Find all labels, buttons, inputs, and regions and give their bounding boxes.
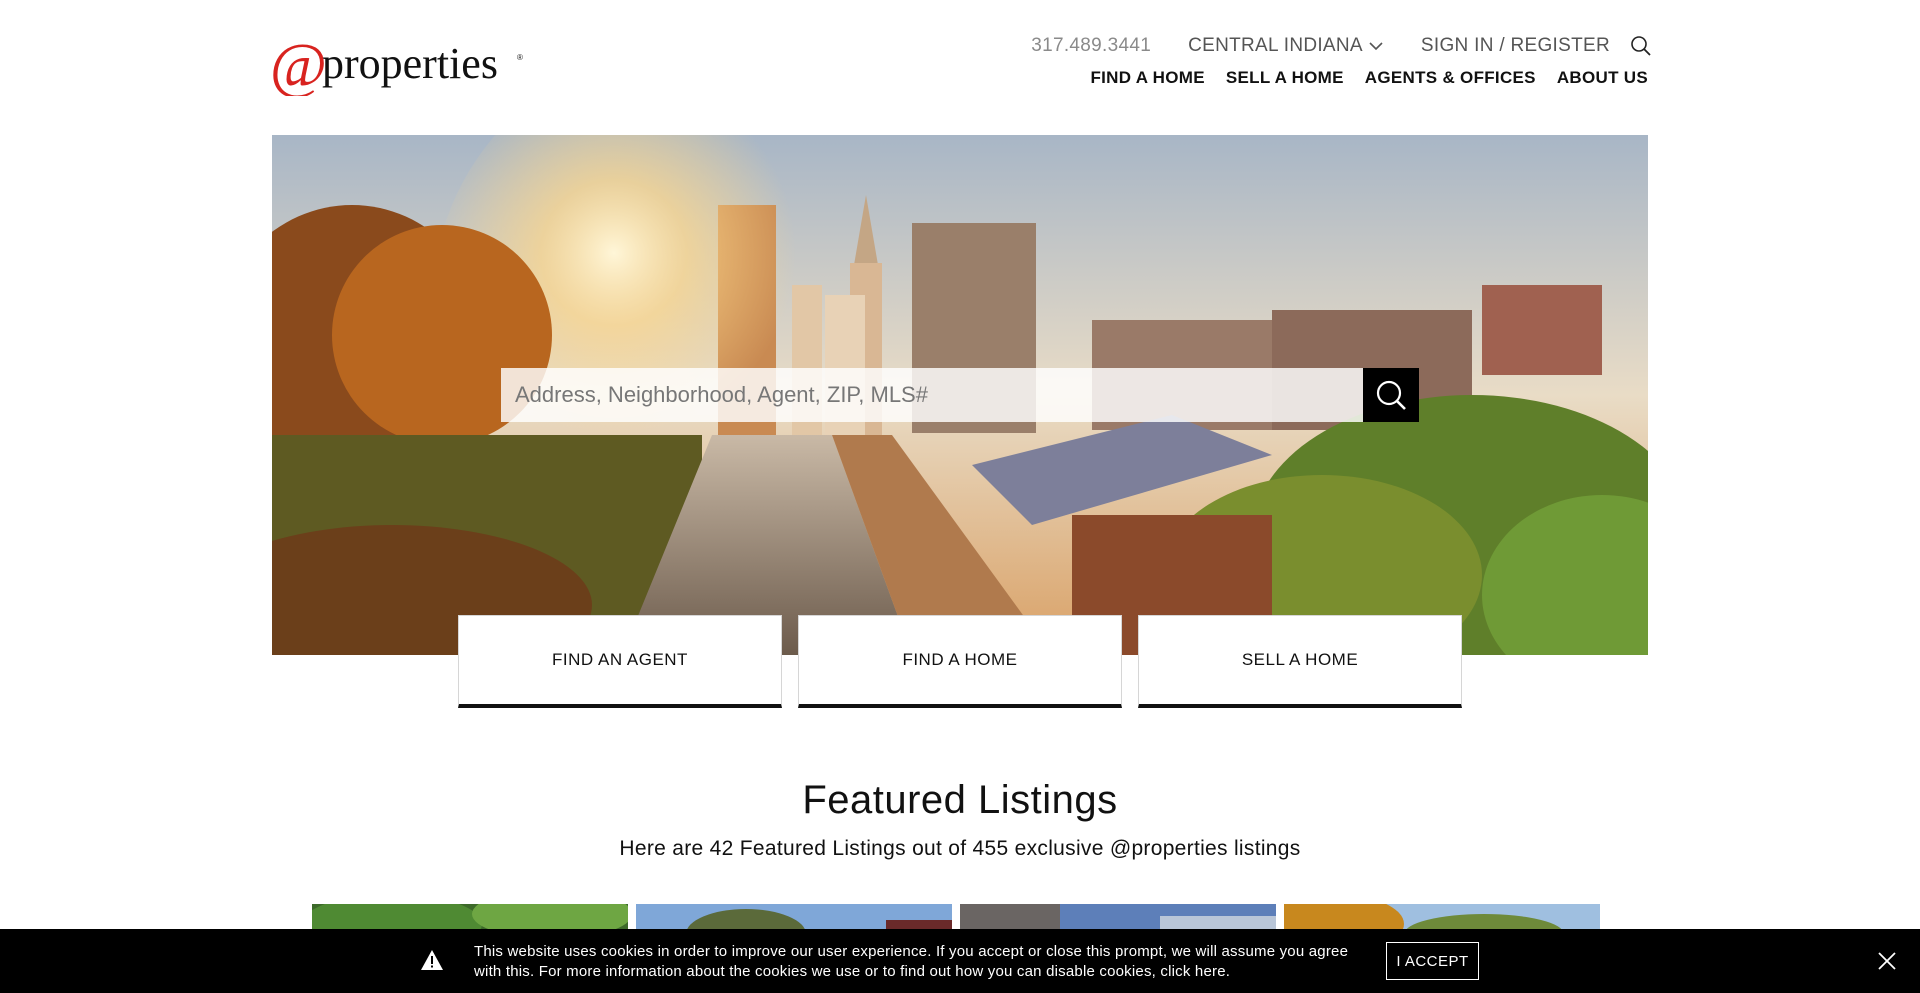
svg-text:®: ® <box>517 53 523 62</box>
sell-a-home-card[interactable]: SELL A HOME <box>1138 615 1462 708</box>
sign-in-register-link[interactable]: SIGN IN / REGISTER <box>1421 35 1610 57</box>
region-label: CENTRAL INDIANA <box>1188 35 1363 56</box>
utility-bar: 317.489.3441 CENTRAL INDIANA SIGN IN / R… <box>1031 32 1652 60</box>
nav-agents-offices[interactable]: AGENTS & OFFICES <box>1365 68 1536 88</box>
nav-find-a-home[interactable]: FIND A HOME <box>1090 68 1204 88</box>
nav-about-us[interactable]: ABOUT US <box>1557 68 1648 88</box>
featured-listings-subtitle: Here are 42 Featured Listings out of 455… <box>619 837 1301 860</box>
featured-listings-title: Featured Listings <box>802 778 1118 822</box>
hero-search-input[interactable] <box>501 368 1363 422</box>
search-icon <box>1376 380 1406 410</box>
hero-banner <box>272 135 1648 655</box>
hero-search-button[interactable] <box>1363 368 1419 422</box>
properties-logo[interactable]: @ properties ® <box>270 40 530 96</box>
region-selector[interactable]: CENTRAL INDIANA <box>1188 35 1383 57</box>
logo-wordmark: properties <box>322 40 498 88</box>
cookie-accept-button[interactable]: I ACCEPT <box>1386 942 1479 980</box>
action-cards: FIND AN AGENT FIND A HOME SELL A HOME <box>458 615 1462 708</box>
phone-number[interactable]: 317.489.3441 <box>1031 35 1151 57</box>
chevron-down-icon <box>1369 42 1383 51</box>
search-icon[interactable] <box>1630 35 1652 57</box>
main-nav: FIND A HOME SELL A HOME AGENTS & OFFICES… <box>1090 68 1648 88</box>
cookie-banner: This website uses cookies in order to im… <box>0 929 1920 993</box>
close-icon[interactable] <box>1876 950 1898 972</box>
cookie-message: This website uses cookies in order to im… <box>474 943 1349 980</box>
nav-sell-a-home[interactable]: SELL A HOME <box>1226 68 1344 88</box>
find-a-home-card[interactable]: FIND A HOME <box>798 615 1122 708</box>
hero-search <box>501 368 1419 422</box>
logo-at-sign: @ <box>270 40 327 96</box>
find-an-agent-card[interactable]: FIND AN AGENT <box>458 615 782 708</box>
warning-icon <box>421 950 443 970</box>
